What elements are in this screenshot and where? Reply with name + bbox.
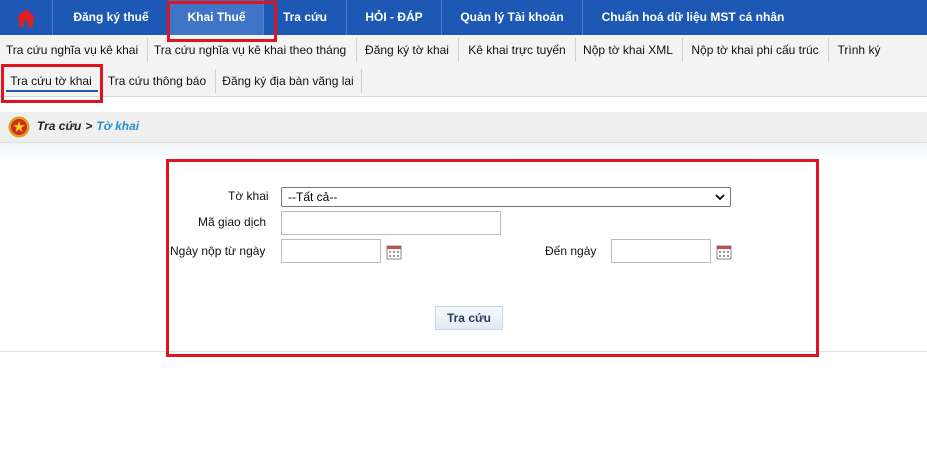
- top-navigation: Đăng ký thuế Khai Thuế Tra cứu HỎI - ĐÁP…: [0, 0, 927, 35]
- breadcrumb-separator: >: [85, 119, 93, 133]
- highlight-khai-thue: [167, 1, 277, 42]
- breadcrumb-path: Tra cứu > Tờ khai: [37, 119, 139, 133]
- subnav-separator: [147, 38, 148, 62]
- home-icon: [16, 8, 36, 27]
- subnav-separator: [458, 38, 459, 62]
- highlight-search-form: [166, 159, 819, 357]
- subnav-item-dang-ky-dia-ban[interactable]: Đăng ký địa bàn vãng lai: [218, 67, 358, 95]
- subnav-item-nop-to-khai-phi-cau-truc[interactable]: Nộp tờ khai phi cấu trúc: [685, 36, 825, 64]
- highlight-tra-cuu-to-khai: [1, 64, 103, 103]
- subnav-item-tra-cuu-thong-bao[interactable]: Tra cứu thông báo: [104, 67, 210, 95]
- emblem-icon: [8, 116, 30, 138]
- subnav-item-dang-ky-to-khai[interactable]: Đăng ký tờ khai: [359, 36, 455, 64]
- subnav-item-tra-cuu-nghia-vu[interactable]: Tra cứu nghĩa vụ kê khai: [4, 36, 140, 64]
- nav-item-dang-ky-thue[interactable]: Đăng ký thuế: [53, 0, 169, 35]
- subnav-separator: [215, 69, 216, 93]
- nav-item-quan-ly-tai-khoan[interactable]: Quản lý Tài khoản: [442, 0, 582, 35]
- breadcrumb-current: Tờ khai: [96, 119, 140, 133]
- home-button[interactable]: [0, 0, 52, 35]
- breadcrumb-root[interactable]: Tra cứu: [37, 119, 81, 133]
- subnav-separator: [361, 69, 362, 93]
- subnav-item-ke-khai-truc-tuyen[interactable]: Kê khai trực tuyến: [461, 36, 573, 64]
- sub-navigation: Tra cứu nghĩa vụ kê khai Tra cứu nghĩa v…: [0, 35, 927, 97]
- nav-item-hoi-dap[interactable]: HỎI - ĐÁP: [347, 0, 441, 35]
- subnav-separator: [828, 38, 829, 62]
- subnav-separator: [356, 38, 357, 62]
- subnav-separator: [682, 38, 683, 62]
- subnav-item-trinh-ky[interactable]: Trình ký: [831, 36, 887, 64]
- breadcrumb: Tra cứu > Tờ khai: [0, 112, 927, 143]
- subnav-item-nop-to-khai-xml[interactable]: Nộp tờ khai XML: [578, 36, 678, 64]
- subnav-separator: [575, 38, 576, 62]
- nav-item-chuan-hoa-du-lieu[interactable]: Chuẩn hoá dữ liệu MST cá nhân: [583, 0, 803, 35]
